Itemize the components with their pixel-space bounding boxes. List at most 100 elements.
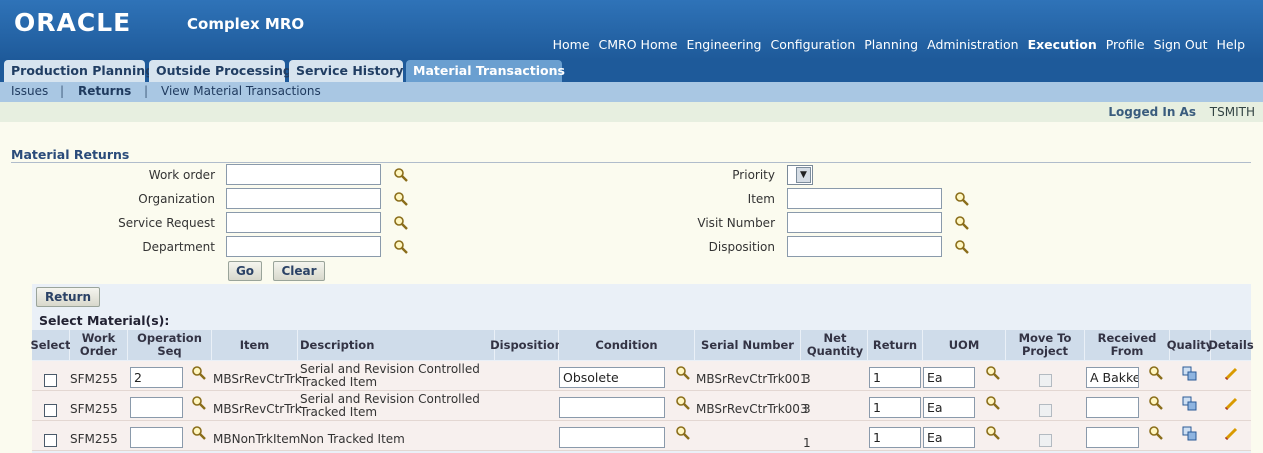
nav-administration[interactable]: Administration (927, 37, 1018, 52)
search-icon[interactable] (393, 167, 409, 183)
nav-help[interactable]: Help (1217, 37, 1246, 52)
uom-input[interactable]: Ea (923, 397, 975, 418)
search-icon[interactable] (954, 239, 970, 255)
uom-input[interactable]: Ea (923, 427, 975, 448)
cell-serial-number (694, 424, 800, 453)
cell-description: Non Tracked Item (300, 431, 405, 446)
nav-sign-out[interactable]: Sign Out (1154, 37, 1208, 52)
search-icon[interactable] (393, 239, 409, 255)
nav-cmro-home[interactable]: CMRO Home (599, 37, 678, 52)
quality-icon[interactable] (1182, 396, 1198, 412)
cell-net-quantity: 3 (803, 371, 811, 386)
edit-pencil-icon[interactable] (1223, 426, 1239, 442)
tab-service-history[interactable]: Service History (289, 60, 403, 82)
cell-serial-number: MBSrRevCtrTrk001 (696, 371, 808, 386)
nav-configuration[interactable]: Configuration (770, 37, 855, 52)
search-icon[interactable] (954, 215, 970, 231)
work-order-input[interactable] (226, 164, 381, 185)
search-icon[interactable] (675, 365, 691, 381)
search-icon[interactable] (191, 395, 207, 411)
nav-execution[interactable]: Execution (1028, 37, 1097, 52)
col-return: Return (868, 330, 922, 360)
search-icon[interactable] (985, 395, 1001, 411)
col-received-from: Received From (1085, 330, 1169, 360)
organization-input[interactable] (226, 188, 381, 209)
subtab-returns[interactable]: Returns (78, 84, 131, 98)
tab-outside-processing[interactable]: Outside Processing (149, 60, 292, 82)
logged-in-label: Logged In As (1108, 105, 1196, 119)
cell-net-quantity: 3 (803, 401, 811, 416)
search-icon[interactable] (1148, 425, 1164, 441)
nav-planning[interactable]: Planning (864, 37, 918, 52)
return-button[interactable]: Return (36, 287, 100, 307)
return-quantity-input[interactable]: 1 (869, 367, 921, 388)
visit-number-input[interactable] (787, 212, 942, 233)
search-icon[interactable] (191, 425, 207, 441)
service-request-input[interactable] (226, 212, 381, 233)
quality-icon[interactable] (1182, 426, 1198, 442)
col-uom: UOM (923, 330, 1005, 360)
search-icon[interactable] (985, 365, 1001, 381)
condition-input[interactable] (559, 397, 665, 418)
edit-pencil-icon[interactable] (1223, 396, 1239, 412)
search-icon[interactable] (1148, 365, 1164, 381)
tab-bar: Production Planning Outside Processing S… (0, 60, 1263, 82)
clear-button[interactable]: Clear (273, 261, 325, 281)
search-icon[interactable] (985, 425, 1001, 441)
item-input[interactable] (787, 188, 942, 209)
tab-material-transactions[interactable]: Material Transactions (406, 60, 565, 82)
global-nav: Home CMRO Home Engineering Configuration… (553, 37, 1245, 52)
operation-seq-input[interactable]: 2 (130, 367, 183, 388)
priority-select[interactable]: ▼ (787, 165, 813, 185)
cell-item: MBNonTrkItem (213, 431, 301, 446)
operation-seq-input[interactable] (130, 427, 183, 448)
cell-serial-number: MBSrRevCtrTrk003 (696, 401, 808, 416)
logged-in-info: Logged In As TSMITH (1108, 105, 1255, 119)
label-work-order: Work order (148, 168, 215, 182)
table-title: Select Material(s): (39, 313, 170, 328)
edit-pencil-icon[interactable] (1223, 366, 1239, 382)
search-icon[interactable] (675, 395, 691, 411)
label-item: Item (747, 192, 775, 206)
row-select-checkbox[interactable] (44, 374, 57, 387)
received-from-input[interactable] (1086, 427, 1139, 448)
search-icon[interactable] (393, 215, 409, 231)
col-item: Item (212, 330, 297, 360)
oracle-logo: ORACLE (14, 8, 132, 37)
search-icon[interactable] (191, 365, 207, 381)
col-description: Description (298, 330, 494, 360)
go-button[interactable]: Go (228, 261, 262, 281)
row-select-checkbox[interactable] (44, 404, 57, 417)
return-quantity-input[interactable]: 1 (869, 427, 921, 448)
subtab-issues[interactable]: Issues (11, 84, 48, 98)
subtab-separator: | (144, 84, 149, 98)
disposition-input[interactable] (787, 236, 942, 257)
search-icon[interactable] (393, 191, 409, 207)
col-operation-seq: Operation Seq (128, 330, 211, 360)
nav-engineering[interactable]: Engineering (686, 37, 761, 52)
logged-in-user: TSMITH (1209, 105, 1255, 119)
return-quantity-input[interactable]: 1 (869, 397, 921, 418)
row-select-checkbox[interactable] (44, 434, 57, 447)
received-from-input[interactable]: A Bakker (1086, 367, 1139, 388)
subtab-view-material-transactions[interactable]: View Material Transactions (161, 84, 321, 98)
condition-input[interactable]: Obsolete (559, 367, 665, 388)
tab-production-planning[interactable]: Production Planning (4, 60, 154, 82)
search-icon[interactable] (954, 191, 970, 207)
nav-home[interactable]: Home (553, 37, 590, 52)
label-department: Department (142, 240, 215, 254)
label-service-request: Service Request (118, 216, 215, 230)
department-input[interactable] (226, 236, 381, 257)
move-to-project-checkbox (1039, 404, 1052, 417)
label-visit-number: Visit Number (697, 216, 775, 230)
search-icon[interactable] (1148, 395, 1164, 411)
label-disposition: Disposition (708, 240, 775, 254)
nav-profile[interactable]: Profile (1106, 37, 1145, 52)
operation-seq-input[interactable] (130, 397, 183, 418)
uom-input[interactable]: Ea (923, 367, 975, 388)
quality-icon[interactable] (1182, 366, 1198, 382)
received-from-input[interactable] (1086, 397, 1139, 418)
search-icon[interactable] (675, 425, 691, 441)
condition-input[interactable] (559, 427, 665, 448)
cell-net-quantity: 1 (803, 435, 811, 450)
